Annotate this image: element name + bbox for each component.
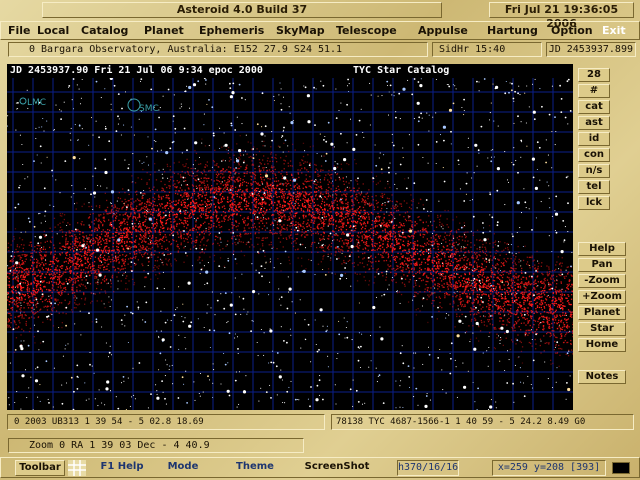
status-row: 0 Bargara Observatory, Australia: E152 2… [0,41,640,59]
lck-button[interactable]: lck [578,196,610,210]
bottom-toolbar: Toolbar F1 Help Mode Theme ScreenShot h3… [0,457,640,478]
sky-map-canvas[interactable] [7,64,573,410]
star-button[interactable]: Star [578,322,626,336]
menu-hartung[interactable]: Hartung [487,24,538,38]
observatory-location: 0 Bargara Observatory, Australia: E152 2… [8,42,428,57]
title-bar: Asteroid 4.0 Build 37 Fri Jul 21 19:36:0… [0,0,640,30]
mode-button[interactable]: Mode [161,460,205,476]
sky-map[interactable]: JD 2453937.90 Fri 21 Jul 06 9:34 epoc 20… [7,64,573,410]
notes-button[interactable]: Notes [578,370,626,384]
menu-file[interactable]: File [8,24,31,38]
lmc-label: LMC [27,98,47,108]
ast-button[interactable]: ast [578,116,610,130]
f1-help-button[interactable]: F1 Help [99,460,145,476]
lmc-marker [19,97,27,105]
object-info-row: 0 2003 UB313 1 39 54 - 5 02.8 18.69 7813… [0,413,640,431]
pan-button[interactable]: Pan [578,258,626,272]
menu-exit[interactable]: Exit [602,24,626,38]
asteroid-info: 0 2003 UB313 1 39 54 - 5 02.8 18.69 [7,414,325,430]
map-epoch-text: JD 2453937.90 Fri 21 Jul 06 9:34 epoc 20… [10,65,263,76]
theme-button[interactable]: Theme [231,460,279,476]
sidereal-hour: SidHr 15:40 [432,42,542,57]
menu-local[interactable]: Local [37,24,69,38]
status-indicator [612,462,630,474]
cursor-coordinates: x=259 y=208 [393] [492,460,606,476]
menu-skymap[interactable]: SkyMap [276,24,325,38]
help-button[interactable]: Help [578,242,626,256]
zoom-in-button[interactable]: +Zoom [578,290,626,304]
zoom-out-button[interactable]: -Zoom [578,274,626,288]
hjd-readout: h370/16/16 [397,460,459,476]
smc-label: SMC [139,104,159,114]
screenshot-button[interactable]: ScreenShot [301,460,373,476]
app-title: Asteroid 4.0 Build 37 [42,2,442,18]
zoom-level-button[interactable]: 28 [578,68,610,82]
menu-appulse[interactable]: Appulse [418,24,468,38]
con-button[interactable]: con [578,148,610,162]
ns-button[interactable]: n/s [578,164,610,178]
coordinate-grid [7,64,573,410]
menu-option[interactable]: Option [551,24,593,38]
id-button[interactable]: id [578,132,610,146]
zoom-row: Zoom 0 RA 1 39 03 Dec - 4 40.9 [0,437,640,454]
menu-planet[interactable]: Planet [144,24,184,38]
home-button[interactable]: Home [578,338,626,352]
grid-icon[interactable] [68,460,86,476]
clock: Fri Jul 21 19:36:05 2006 [489,2,634,30]
map-header: JD 2453937.90 Fri 21 Jul 06 9:34 epoc 20… [7,64,573,78]
menu-telescope[interactable]: Telescope [336,24,397,38]
toolbar-button[interactable]: Toolbar [15,460,65,476]
planet-button[interactable]: Planet [578,306,626,320]
zoom-ra-dec: Zoom 0 RA 1 39 03 Dec - 4 40.9 [8,438,304,453]
julian-date: JD 2453937.899 [546,42,636,57]
star-info: 78138 TYC 4687-1566-1 1 40 59 - 5 24.2 8… [331,414,634,430]
menu-ephemeris[interactable]: Ephemeris [199,24,264,38]
grid-toggle-button[interactable]: # [578,84,610,98]
menu-catalog[interactable]: Catalog [81,24,128,38]
map-catalog-title: TYC Star Catalog [353,65,450,76]
cat-button[interactable]: cat [578,100,610,114]
tel-button[interactable]: tel [578,180,610,194]
menu-bar: File Local Catalog Planet Ephemeris SkyM… [0,21,640,40]
